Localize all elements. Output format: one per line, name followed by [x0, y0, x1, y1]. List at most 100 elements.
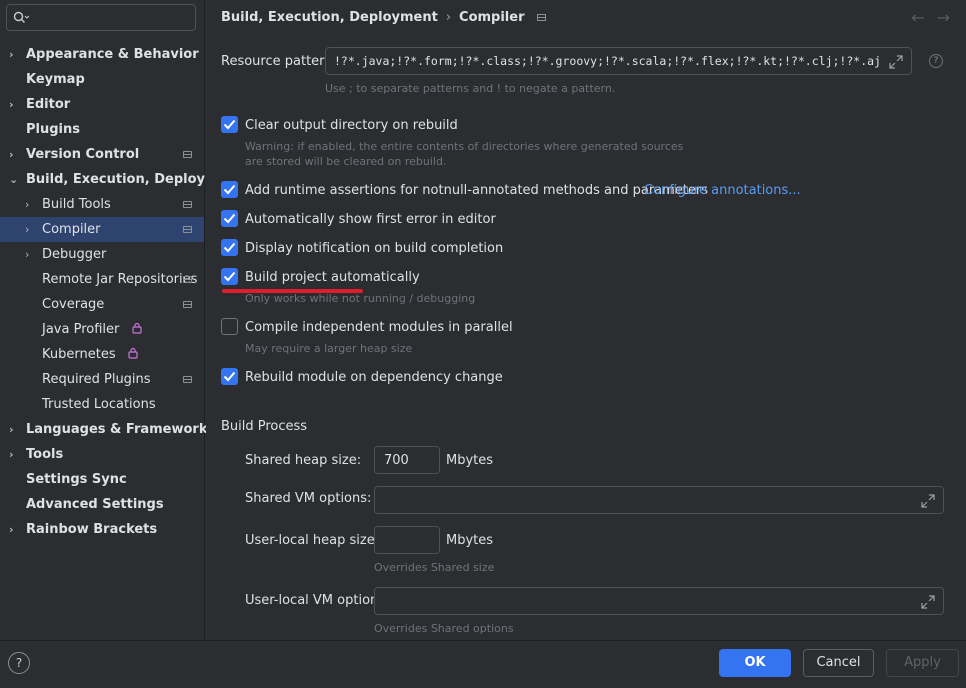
sidebar-item-label: Compiler [42, 222, 101, 237]
forward-arrow-icon[interactable]: → [937, 8, 962, 27]
sidebar-item-languages-frameworks[interactable]: › Languages & Frameworks [0, 417, 215, 442]
breadcrumb-parent[interactable]: Build, Execution, Deployment [221, 10, 438, 25]
lock-icon [128, 347, 138, 359]
sidebar-item-remote-jar-repositories[interactable]: Remote Jar Repositories [0, 267, 204, 292]
sidebar-item-label: Debugger [42, 247, 107, 262]
resource-patterns-hint: Use ; to separate patterns and ! to nega… [325, 82, 616, 95]
expand-icon[interactable] [889, 55, 903, 69]
resource-patterns-field[interactable]: !?*.java;!?*.form;!?*.class;!?*.groovy;!… [325, 47, 912, 75]
compile-parallel-checkbox[interactable] [221, 318, 238, 335]
sidebar-item-coverage[interactable]: Coverage [0, 292, 204, 317]
sidebar-item-label: Advanced Settings [26, 497, 164, 512]
show-first-error-label[interactable]: Automatically show first error in editor [245, 212, 496, 227]
chevron-right-icon[interactable]: › [25, 217, 29, 242]
rebuild-module-checkbox[interactable] [221, 368, 238, 385]
chevron-right-icon[interactable]: › [9, 92, 14, 117]
lock-icon [131, 322, 142, 334]
sidebar-item-label: Rainbow Brackets [26, 522, 158, 537]
sidebar-item-label: Tools [26, 447, 64, 462]
sidebar-item-version-control[interactable]: › Version Control [0, 142, 204, 167]
sidebar-item-label: Plugins [26, 122, 80, 137]
help-icon[interactable]: ? [929, 54, 943, 68]
sidebar-item-appearance-behavior[interactable]: › Appearance & Behavior [0, 42, 204, 67]
breadcrumb: Build, Execution, Deployment › Compiler [221, 10, 546, 25]
expand-icon[interactable] [921, 595, 935, 609]
sidebar-item-build-execution-deployment[interactable]: ⌄ Build, Execution, Deployment [0, 167, 243, 192]
sidebar-item-compiler[interactable]: › Compiler [0, 217, 204, 242]
user-heap-input[interactable] [374, 526, 440, 554]
sidebar-item-label: Languages & Frameworks [26, 422, 216, 437]
shared-heap-input[interactable]: 700 [374, 446, 440, 474]
chevron-right-icon[interactable]: › [9, 142, 14, 167]
compiler-settings-panel: Build, Execution, Deployment › Compiler ←→… [206, 0, 966, 640]
sidebar-item-label: Settings Sync [26, 472, 127, 487]
checkmark-icon [223, 184, 236, 195]
settings-sidebar: › Appearance & Behavior Keymap › Editor … [0, 0, 243, 640]
sidebar-item-tools[interactable]: › Tools [0, 442, 204, 467]
shared-heap-label: Shared heap size: [245, 453, 362, 468]
chevron-down-icon[interactable]: ⌄ [9, 167, 18, 192]
sidebar-item-debugger[interactable]: › Debugger [0, 242, 204, 267]
sidebar-item-rainbow-brackets[interactable]: › Rainbow Brackets [0, 517, 204, 542]
chevron-right-icon[interactable]: › [9, 517, 14, 542]
clear-output-hint-2: are stored will be cleared on rebuild. [245, 155, 447, 168]
project-scope-icon [183, 301, 192, 308]
cancel-button[interactable]: Cancel [803, 649, 874, 677]
user-heap-unit: Mbytes [446, 533, 494, 548]
expand-icon[interactable] [921, 494, 935, 508]
search-input[interactable] [6, 4, 196, 31]
clear-output-label[interactable]: Clear output directory on rebuild [245, 118, 458, 133]
breadcrumb-current: Compiler [459, 10, 525, 25]
sidebar-item-label: Editor [26, 97, 71, 112]
back-arrow-icon[interactable]: ← [911, 8, 936, 27]
ok-button[interactable]: OK [719, 649, 791, 677]
checkmark-icon [223, 119, 236, 130]
clear-output-checkbox[interactable] [221, 116, 238, 133]
sidebar-item-plugins[interactable]: Plugins [0, 117, 204, 142]
sidebar-item-label: Trusted Locations [42, 397, 156, 412]
checkmark-icon [223, 242, 236, 253]
sidebar-item-trusted-locations[interactable]: Trusted Locations [0, 392, 204, 417]
display-notification-checkbox[interactable] [221, 239, 238, 256]
sidebar-item-build-tools[interactable]: › Build Tools [0, 192, 204, 217]
settings-tree: › Appearance & Behavior Keymap › Editor … [0, 42, 243, 542]
resource-patterns-value: !?*.java;!?*.form;!?*.class;!?*.groovy;!… [334, 54, 881, 68]
display-notification-label[interactable]: Display notification on build completion [245, 241, 503, 256]
sidebar-item-keymap[interactable]: Keymap [0, 67, 204, 92]
runtime-assertions-checkbox[interactable] [221, 181, 238, 198]
project-scope-icon [183, 376, 192, 383]
chevron-right-icon[interactable]: › [25, 192, 29, 217]
sidebar-item-advanced-settings[interactable]: Advanced Settings [0, 492, 204, 517]
sidebar-item-java-profiler[interactable]: Java Profiler [0, 317, 204, 342]
shared-vm-input[interactable] [374, 486, 944, 514]
user-vm-input[interactable] [374, 587, 944, 615]
chevron-right-icon[interactable]: › [9, 42, 14, 67]
checkmark-icon [223, 271, 236, 282]
build-automatically-label[interactable]: Build project automatically [245, 270, 420, 285]
project-scope-icon [183, 151, 192, 158]
clear-output-hint-1: Warning: if enabled, the entire contents… [245, 140, 684, 153]
sidebar-item-label: Keymap [26, 72, 85, 87]
checkmark-icon [223, 371, 236, 382]
user-vm-hint: Overrides Shared options [374, 622, 514, 635]
sidebar-item-label: Remote Jar Repositories [42, 272, 198, 287]
sidebar-item-kubernetes[interactable]: Kubernetes [0, 342, 204, 367]
project-scope-icon [183, 201, 192, 208]
chevron-right-icon[interactable]: › [9, 417, 14, 442]
compile-parallel-label[interactable]: Compile independent modules in parallel [245, 320, 513, 335]
build-automatically-checkbox[interactable] [221, 268, 238, 285]
chevron-right-icon[interactable]: › [25, 242, 29, 267]
sidebar-item-editor[interactable]: › Editor [0, 92, 204, 117]
help-button[interactable]: ? [8, 652, 30, 674]
build-automatically-hint: Only works while not running / debugging [245, 292, 476, 305]
sidebar-item-settings-sync[interactable]: Settings Sync [0, 467, 204, 492]
apply-button[interactable]: Apply [886, 649, 959, 677]
runtime-assertions-label[interactable]: Add runtime assertions for notnull-annot… [245, 183, 708, 198]
chevron-right-icon[interactable]: › [9, 442, 14, 467]
configure-annotations-link[interactable]: Configure annotations... [644, 183, 801, 198]
sidebar-item-required-plugins[interactable]: Required Plugins [0, 367, 204, 392]
compile-parallel-hint: May require a larger heap size [245, 342, 413, 355]
show-first-error-checkbox[interactable] [221, 210, 238, 227]
sidebar-item-label: Java Profiler [42, 322, 120, 337]
rebuild-module-label[interactable]: Rebuild module on dependency change [245, 370, 503, 385]
